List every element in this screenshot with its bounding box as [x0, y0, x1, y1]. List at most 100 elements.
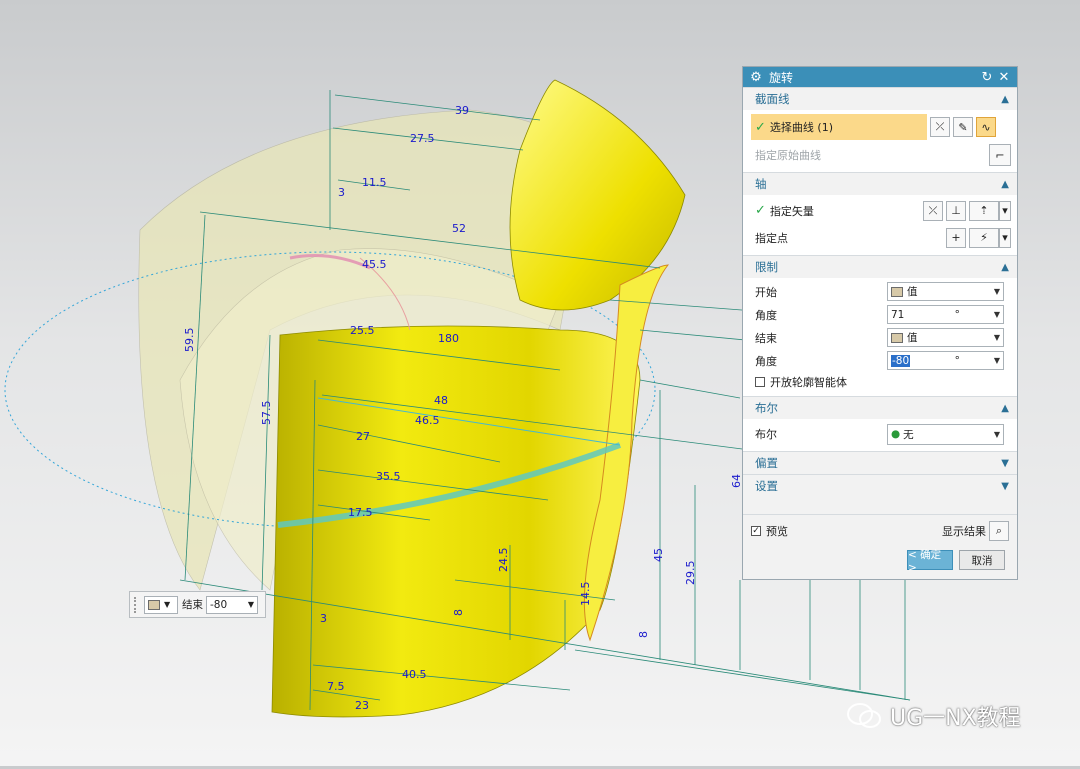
end-label: 结束 — [755, 331, 777, 345]
checkmark-icon: ✓ — [755, 203, 766, 218]
preview-label: 预览 — [766, 525, 788, 538]
dim-label: 45 — [652, 548, 665, 562]
boolean-body: 布尔 ● 无 ▼ — [743, 419, 1017, 451]
dim-label: 27.5 — [410, 132, 435, 145]
dim-label: 48 — [434, 394, 448, 407]
deselect-icon[interactable]: ⤫ — [930, 117, 950, 137]
start-angle-value: 71 — [891, 308, 905, 321]
dim-label: 25.5 — [350, 324, 375, 337]
curve-select-icon[interactable]: ∿ — [976, 117, 996, 137]
watermark: UG一NX教程 — [846, 700, 1021, 732]
value-type-dropdown[interactable]: ▼ — [144, 595, 178, 614]
vector-dialog-icon[interactable]: ⇡ — [969, 200, 999, 221]
chevron-down-icon: ▼ — [993, 356, 1000, 365]
dim-label: 29.5 — [684, 561, 697, 586]
specify-vector-label: 指定矢量 — [769, 204, 814, 218]
offset-title: 偏置 — [755, 456, 778, 470]
settings-header[interactable]: 设置 ▼ — [743, 474, 1017, 497]
dim-label: 45.5 — [362, 258, 387, 271]
dialog-titlebar[interactable]: ⚙ 旋转 ↻ ✕ — [743, 67, 1017, 87]
end-type-dropdown[interactable]: 值 ▼ — [887, 328, 1004, 347]
section-curve-header[interactable]: 截面线 ▲ — [743, 87, 1017, 110]
end-angle-label: 角度 — [755, 354, 777, 368]
dim-label: 23 — [355, 699, 369, 712]
value-type-icon — [891, 286, 903, 297]
dim-label: 40.5 — [402, 668, 427, 681]
gear-icon[interactable]: ⚙ — [749, 70, 763, 85]
boolean-dropdown[interactable]: ● 无 ▼ — [887, 423, 1004, 445]
preview-checkbox[interactable]: ✓ — [751, 526, 761, 536]
specify-origin-curve-label: 指定原始曲线 — [755, 149, 821, 162]
dim-label: 52 — [452, 222, 466, 235]
dialog-title: 旋转 — [769, 70, 794, 85]
boolean-title: 布尔 — [755, 401, 778, 415]
end-value-field[interactable]: -80 ▼ — [206, 595, 258, 614]
chevron-down-icon: ▼ — [1001, 480, 1009, 492]
select-curve-row[interactable]: ✓ 选择曲线 (1) — [751, 114, 927, 140]
origin-curve-icon[interactable]: ⌐ — [989, 144, 1011, 166]
chevron-down-icon[interactable]: ▾ — [999, 200, 1011, 221]
dim-label: 7.5 — [327, 680, 345, 693]
close-icon[interactable]: ✕ — [997, 70, 1011, 85]
magnifier-icon[interactable]: ⌕ — [989, 521, 1009, 541]
chevron-down-icon: ▼ — [993, 287, 1000, 296]
cancel-button[interactable]: 取消 — [959, 550, 1005, 570]
dim-label: 11.5 — [362, 176, 387, 189]
start-angle-label: 角度 — [755, 308, 777, 322]
start-angle-input[interactable]: 71 ° ▼ — [887, 305, 1004, 324]
boolean-value: 无 — [903, 428, 914, 441]
axis-body: ✓ 指定矢量 ⤫ ⊥ ⇡ ▾ 指定点 + ⚡ ▾ — [743, 195, 1017, 255]
dim-label: 180 — [438, 332, 459, 345]
chevron-down-icon[interactable]: ▾ — [999, 227, 1011, 248]
axis-header[interactable]: 轴 ▲ — [743, 172, 1017, 195]
end-angle-unit: ° — [954, 354, 960, 367]
vector-icon[interactable]: ⊥ — [946, 200, 966, 221]
dim-label: 8 — [452, 609, 465, 616]
dim-label: 14.5 — [579, 582, 592, 607]
end-angle-value: -80 — [891, 354, 911, 367]
show-result-label: 显示结果 — [942, 525, 986, 538]
end-angle-input[interactable]: -80 ° ▼ — [887, 351, 1004, 370]
dim-label: 57.5 — [260, 401, 273, 426]
dim-label: 24.5 — [497, 548, 510, 573]
reset-icon[interactable]: ↻ — [980, 70, 994, 85]
start-label: 开始 — [755, 285, 777, 299]
point-dialog-icon[interactable]: + — [946, 227, 966, 248]
boolean-label: 布尔 — [755, 428, 777, 441]
section-curve-body: ✓ 选择曲线 (1) ⤫ ✎ ∿ 指定原始曲线 ⌐ — [743, 110, 1017, 172]
deselect-icon[interactable]: ⤫ — [923, 200, 943, 221]
axis-title: 轴 — [755, 177, 767, 191]
dim-label: 59.5 — [183, 328, 196, 353]
chevron-up-icon: ▲ — [1001, 93, 1009, 105]
sketch-icon[interactable]: ✎ — [953, 117, 973, 137]
start-type-dropdown[interactable]: 值 ▼ — [887, 282, 1004, 301]
dim-label: 27 — [356, 430, 370, 443]
limits-body: 开始 值 ▼ 角度 71 ° ▼ 结束 值 ▼ 角度 -80 ° ▼ 开放轮廓智… — [743, 278, 1017, 396]
chevron-down-icon: ▼ — [993, 310, 1000, 319]
chevron-up-icon: ▲ — [1001, 178, 1009, 190]
wechat-icon — [847, 703, 881, 728]
settings-title: 设置 — [755, 479, 778, 493]
inferred-point-icon[interactable]: ⚡ — [969, 227, 999, 248]
chevron-down-icon: ▼ — [1001, 457, 1009, 469]
revolve-dialog: ⚙ 旋转 ↻ ✕ 截面线 ▲ ✓ 选择曲线 (1) ⤫ ✎ ∿ 指定原始曲线 ⌐… — [742, 66, 1018, 580]
offset-header[interactable]: 偏置 ▼ — [743, 451, 1017, 474]
limits-header[interactable]: 限制 ▲ — [743, 255, 1017, 278]
chevron-down-icon: ▼ — [164, 600, 171, 609]
boolean-header[interactable]: 布尔 ▲ — [743, 396, 1017, 419]
end-label: 结束 — [182, 599, 203, 611]
checkmark-icon: ✓ — [755, 119, 766, 135]
dim-label: 3 — [320, 612, 327, 625]
ok-button[interactable]: < 确定 > — [907, 549, 953, 574]
start-type-value: 值 — [907, 286, 918, 298]
chevron-down-icon: ▼ — [993, 429, 1000, 439]
dim-label: 17.5 — [348, 506, 373, 519]
drag-handle[interactable] — [134, 596, 140, 613]
specify-point-label: 指定点 — [755, 231, 788, 245]
select-curve-label: 选择曲线 (1) — [769, 121, 833, 134]
dim-label: 35.5 — [376, 470, 401, 483]
open-profile-checkbox[interactable] — [755, 377, 765, 387]
dim-label: 46.5 — [415, 414, 440, 427]
dim-label: 3 — [338, 186, 345, 199]
section-curve-title: 截面线 — [755, 92, 790, 106]
